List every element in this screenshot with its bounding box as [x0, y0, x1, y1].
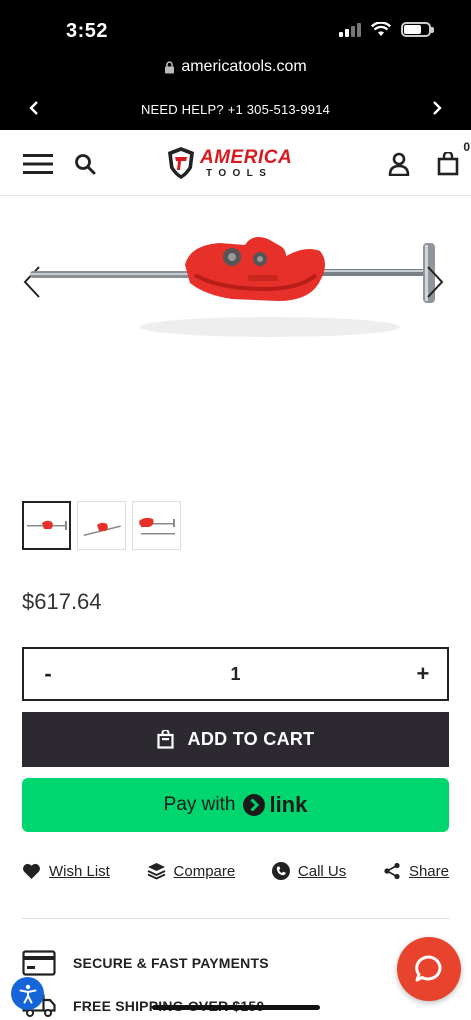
link-arrow-icon	[243, 794, 266, 816]
account-button[interactable]	[383, 148, 415, 180]
product-image[interactable]	[20, 215, 450, 345]
site-logo[interactable]: AMERICA TOOLS	[166, 143, 306, 183]
announcement-next-button[interactable]	[425, 96, 449, 120]
call-us-link[interactable]: Call Us	[271, 862, 347, 880]
compare-link[interactable]: Compare	[147, 862, 236, 880]
credit-card-icon	[22, 950, 56, 976]
shopping-bag-icon	[437, 152, 459, 176]
logo-text-top: AMERICA	[200, 146, 293, 168]
quantity-decrease-button[interactable]: -	[36, 661, 60, 687]
share-link[interactable]: Share	[383, 862, 449, 880]
chevron-right-icon	[427, 266, 444, 298]
thumbnail-1[interactable]	[22, 501, 71, 550]
chevron-right-icon	[433, 101, 442, 115]
cart-button[interactable]: 0	[432, 140, 470, 180]
cart-count-badge: 0	[463, 140, 470, 154]
lock-icon	[165, 60, 175, 73]
pipe-cutter-thumbnail	[26, 520, 67, 530]
feature-secure-payments: SECURE & FAST PAYMENTS	[22, 950, 269, 976]
add-to-cart-label: ADD TO CART	[187, 729, 315, 749]
status-icons	[339, 22, 434, 37]
phone-icon	[271, 862, 290, 880]
search-icon	[75, 154, 96, 175]
layers-icon	[147, 863, 165, 880]
live-chat-button[interactable]	[397, 937, 461, 1001]
search-button[interactable]	[69, 148, 101, 180]
quantity-increase-button[interactable]: +	[411, 661, 435, 687]
cellular-signal-icon	[339, 22, 361, 37]
menu-button[interactable]	[22, 148, 54, 180]
site-header: AMERICA TOOLS 0	[0, 130, 471, 196]
hamburger-menu-icon	[23, 154, 53, 174]
wish-list-label: Wish List	[49, 862, 110, 880]
accessibility-icon	[19, 984, 36, 1003]
url-bar[interactable]: americatools.com	[0, 58, 471, 76]
product-gallery	[0, 197, 471, 487]
thumbnail-2[interactable]	[77, 501, 126, 550]
thumbnail-3[interactable]	[132, 501, 181, 550]
product-actions: Wish List Compare Call Us Share	[22, 862, 449, 880]
call-us-label: Call Us	[297, 862, 347, 880]
shopping-bag-icon	[156, 730, 174, 749]
logo-text-bottom: TOOLS	[206, 167, 273, 179]
quantity-stepper: - 1 +	[22, 647, 449, 701]
feature-label: SECURE & FAST PAYMENTS	[73, 955, 269, 971]
pay-with-label: Pay with	[163, 794, 236, 815]
top-bar: 3:52 americatools.com NEED HELP? +1 305-…	[0, 0, 471, 130]
product-price: $617.64	[22, 589, 102, 614]
heart-icon	[23, 863, 40, 879]
user-icon	[388, 152, 410, 176]
home-indicator	[152, 1005, 320, 1010]
add-to-cart-button[interactable]: ADD TO CART	[22, 712, 449, 767]
share-label: Share	[408, 862, 449, 880]
wifi-icon	[371, 22, 391, 36]
pipe-cutter-thumbnail	[83, 522, 121, 536]
quantity-value[interactable]: 1	[230, 664, 240, 685]
battery-icon	[401, 22, 434, 37]
compare-label: Compare	[173, 862, 236, 880]
thumbnail-strip	[22, 501, 181, 550]
pay-with-link-button[interactable]: Pay with link	[22, 778, 449, 832]
announcement-text[interactable]: NEED HELP? +1 305-513-9914	[0, 96, 471, 122]
section-divider	[22, 918, 449, 919]
accessibility-button[interactable]	[11, 977, 44, 1010]
url-text: americatools.com	[181, 58, 307, 75]
status-time: 3:52	[66, 20, 109, 42]
share-icon	[384, 862, 400, 880]
wish-list-link[interactable]: Wish List	[22, 863, 110, 880]
shield-logo-icon	[168, 147, 194, 179]
chat-bubble-icon	[415, 955, 442, 982]
gallery-next-button[interactable]	[425, 265, 449, 301]
link-brand-label: link	[269, 792, 308, 817]
pipe-cutter-thumbnail	[138, 517, 175, 534]
